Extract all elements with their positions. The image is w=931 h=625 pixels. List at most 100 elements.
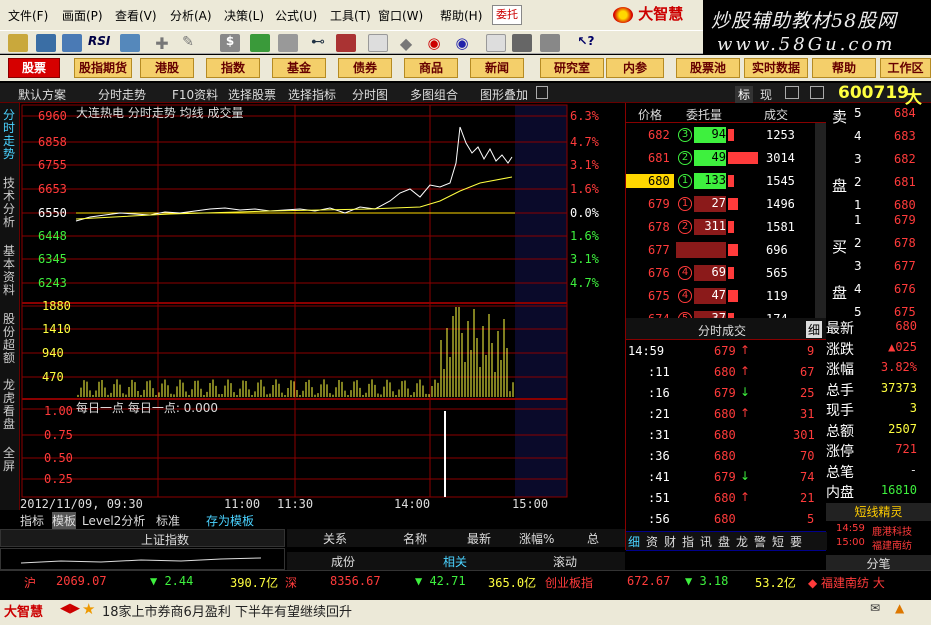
page-icon[interactable] — [486, 34, 506, 52]
nav-2[interactable]: 港股 — [140, 58, 194, 78]
news-stock[interactable]: 福建南纺 — [872, 537, 912, 552]
bottom-tab-0[interactable]: 指标 — [20, 512, 44, 529]
open-folder-icon[interactable] — [8, 34, 28, 52]
blue-shape-icon[interactable]: ◉ — [452, 34, 472, 52]
window-icon[interactable] — [785, 86, 799, 99]
nav-7[interactable]: 新闻 — [470, 58, 524, 78]
intraday-chart-icon[interactable] — [62, 34, 82, 52]
order-book-row[interactable]: 675 4 47 119 — [626, 286, 815, 308]
help-icon[interactable]: ↖? — [576, 34, 596, 52]
subbar-item-0[interactable]: 默认方案 — [18, 86, 66, 103]
vtab-4[interactable]: 龙虎看盘 — [3, 379, 17, 431]
subbar-item-1[interactable]: 分时走势 — [98, 86, 146, 103]
camera-icon[interactable] — [512, 34, 532, 52]
menu-item-8[interactable]: 帮助(H) — [440, 7, 482, 24]
nav-9[interactable]: 内参 — [606, 58, 664, 78]
tick-tab-8[interactable]: 短 — [772, 533, 784, 550]
tick-tab-0[interactable]: 细 — [628, 533, 640, 550]
vtab-2[interactable]: 基本资料 — [3, 245, 17, 297]
menu-item-3[interactable]: 分析(A) — [170, 7, 212, 24]
tick-tab-3[interactable]: 指 — [682, 533, 694, 550]
keyboard-icon[interactable] — [278, 34, 298, 52]
bottom-col-3[interactable]: 涨幅% — [519, 530, 554, 547]
quote-tab-1[interactable]: 现 — [760, 86, 772, 103]
subbar-item-4[interactable]: 选择指标 — [288, 86, 336, 103]
consign-button[interactable]: 委托 — [492, 5, 522, 25]
nav-13[interactable]: 工作区 — [880, 58, 931, 78]
crosshair-icon[interactable]: ✚ — [152, 34, 172, 53]
order-book-row[interactable]: 677 696 — [626, 240, 815, 262]
menu-item-4[interactable]: 决策(L) — [224, 7, 264, 24]
vtab-3[interactable]: 股份超额 — [3, 313, 17, 365]
nav-6[interactable]: 商品 — [404, 58, 458, 78]
tick-tab-5[interactable]: 盘 — [718, 533, 730, 550]
dollar-icon[interactable]: $ — [220, 34, 240, 52]
tick-tab-2[interactable]: 财 — [664, 533, 676, 550]
order-book-row[interactable]: 678 2 311 1581 — [626, 217, 815, 239]
subbar-item-2[interactable]: F10资料 — [172, 86, 218, 103]
nav-10[interactable]: 股票池 — [676, 58, 740, 78]
bottom-col2-1[interactable]: 相关 — [443, 553, 467, 570]
nav-1[interactable]: 股指期货 — [74, 58, 132, 78]
nav-12[interactable]: 帮助 — [812, 58, 876, 78]
bottom-tab-3[interactable]: 标准 — [156, 512, 180, 529]
subbar-item-3[interactable]: 选择股票 — [228, 86, 276, 103]
tick-detail-button[interactable]: 细 — [806, 321, 823, 338]
bottom-col-1[interactable]: 名称 — [403, 530, 427, 547]
subbar-item-7[interactable]: 图形叠加 — [480, 86, 528, 103]
order-book-row[interactable]: 682 3 94 1253 — [626, 125, 815, 147]
bottom-col-2[interactable]: 最新 — [467, 530, 491, 547]
prev-arrow-icon[interactable]: ◀ — [60, 601, 70, 616]
menu-item-1[interactable]: 画面(P) — [62, 7, 103, 24]
lamp-icon[interactable]: ▲ — [895, 601, 904, 615]
bottom-col2-2[interactable]: 滚动 — [553, 553, 577, 570]
bottom-tab-4[interactable]: 存为模板 — [206, 512, 254, 529]
subbar-item-5[interactable]: 分时图 — [352, 86, 388, 103]
tick-tab-7[interactable]: 警 — [754, 533, 766, 550]
vtab-1[interactable]: 技术分析 — [3, 177, 17, 229]
rsi-icon[interactable]: RSI — [88, 34, 114, 52]
next-arrow-icon[interactable]: ▶ — [70, 601, 80, 616]
nav-8[interactable]: 研究室 — [540, 58, 604, 78]
document-icon[interactable] — [368, 34, 388, 52]
headline-text[interactable]: 18家上市券商6月盈利 下半年有望继续回升 — [102, 601, 352, 620]
tick-tab-4[interactable]: 讯 — [700, 533, 712, 550]
bottom-tab-2[interactable]: Level2分析 — [82, 512, 145, 529]
red-shape-icon[interactable]: ◉ — [424, 34, 444, 52]
grid-icon[interactable] — [250, 34, 270, 52]
mail-icon[interactable]: ✉ — [870, 601, 880, 615]
bottom-col2-0[interactable]: 成份 — [331, 553, 355, 570]
bottom-col-4[interactable]: 总 — [587, 530, 599, 547]
kline-chart-icon[interactable] — [36, 34, 56, 52]
intraday-chart[interactable]: 大连热电 分时走势 均线 成交量 每日一点 每日一点: 0.000 6960 68… — [20, 103, 625, 549]
vtab-5[interactable]: 全屏 — [3, 447, 17, 473]
nav-4[interactable]: 基金 — [272, 58, 326, 78]
bottom-index-bar[interactable]: 上证指数 — [0, 529, 285, 547]
menu-item-2[interactable]: 查看(V) — [115, 7, 157, 24]
vtab-0[interactable]: 分时走势 — [3, 109, 17, 161]
bottom-col-0[interactable]: 关系 — [323, 530, 347, 547]
printer-icon[interactable] — [540, 34, 560, 52]
tick-tab-1[interactable]: 资 — [646, 533, 658, 550]
lock-icon[interactable] — [536, 86, 548, 99]
alert-icon[interactable] — [336, 34, 356, 52]
order-book-row[interactable]: 680 1 133 1545 — [626, 171, 815, 193]
news-stock[interactable]: 鹿港科技 — [872, 523, 912, 538]
menu-item-6[interactable]: 工具(T) — [330, 7, 371, 24]
order-book-row[interactable]: 681 2 49 3014 — [626, 148, 815, 170]
order-book-scrollbar[interactable] — [815, 123, 826, 318]
menu-item-5[interactable]: 公式(U) — [275, 7, 317, 24]
nav-3[interactable]: 指数 — [206, 58, 260, 78]
tick-tab-6[interactable]: 龙 — [736, 533, 748, 550]
quote-tab-0[interactable]: 标 — [735, 86, 754, 103]
order-book-row[interactable]: 676 4 69 565 — [626, 263, 815, 285]
table-icon[interactable] — [120, 34, 140, 52]
pencil-icon[interactable]: ✎ — [178, 34, 198, 52]
nav-11[interactable]: 实时数据 — [744, 58, 808, 78]
nav-5[interactable]: 债券 — [338, 58, 392, 78]
diamond-icon[interactable]: ◆ — [396, 34, 416, 53]
bottom-tab-1[interactable]: 模板 — [52, 512, 77, 529]
menu-item-7[interactable]: 窗口(W) — [378, 7, 423, 24]
subbar-item-6[interactable]: 多图组合 — [410, 86, 458, 103]
tick-tab-9[interactable]: 要 — [790, 533, 802, 550]
